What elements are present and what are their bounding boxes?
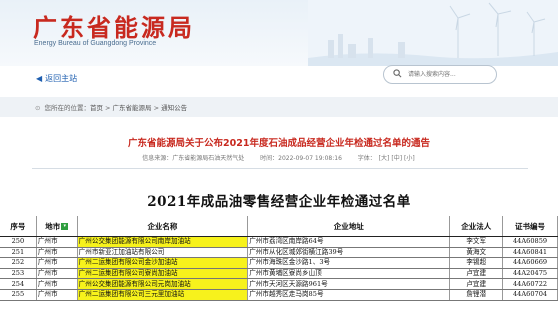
- cell-city: 广州市: [36, 257, 78, 269]
- source-label: 信息来源：: [142, 155, 173, 162]
- cell-name: 广州二运集团有限公司三元里加油站: [77, 289, 249, 301]
- table-row: 250 广州市 广州公交集团能源有限公司南岸加油站 广州市荔湾区南岸路64号 李…: [0, 236, 558, 248]
- cell-cert: 44A60841: [502, 247, 558, 259]
- column-header-city: 地市 ▾: [36, 216, 78, 237]
- table-row: 251 广州市 广州市新亚江加油站有限公司 广州市从化区城郊街横江路39号 黄海…: [0, 247, 558, 259]
- font-large-button[interactable]: [大]: [379, 155, 390, 162]
- cell-city: 广州市: [36, 247, 78, 259]
- cell-name: 广州公交集团能源有限公司南岸加油站: [77, 236, 249, 248]
- home-link[interactable]: ◀ 返回主站: [36, 73, 77, 84]
- filter-icon[interactable]: ▾: [61, 223, 69, 230]
- cell-cert: 44A60704: [502, 289, 558, 301]
- font-label: 字体：: [357, 155, 376, 162]
- breadcrumb-prefix: 您所在的位置：: [44, 104, 90, 112]
- search-icon[interactable]: [393, 69, 402, 78]
- column-header-city-label: 地市: [45, 221, 61, 231]
- cell-cert: 44A60859: [502, 236, 558, 248]
- page-title: 广东省能源局关于公布2021年度石油成品经营企业年检通过名单的通告: [128, 138, 430, 149]
- table-row: 252 广州市 广州二运集团有限公司金沙加油站 广州市海珠区金沙路1、3号 李锡…: [0, 257, 558, 269]
- breadcrumb-separator: >: [151, 104, 162, 112]
- table-row: 253 广州市 广州二运集团有限公司寮尚加油站 广州市黄埔区寮尚乡山顶 卢宜建 …: [0, 268, 558, 280]
- column-header-name: 企业名称: [77, 216, 249, 237]
- location-pin-icon: ⊙: [35, 104, 41, 112]
- cell-city: 广州市: [36, 278, 78, 290]
- brand-subtitle: Energy Bureau of Guangdong Province: [34, 40, 157, 47]
- breadcrumb-bureau[interactable]: 广东省能源局: [113, 104, 152, 112]
- cell-cert: 44A60722: [502, 278, 558, 290]
- cell-name: 广州二运集团有限公司寮尚加油站: [77, 268, 249, 280]
- source-value: 广东省能源局石油天然气处: [172, 155, 245, 162]
- font-medium-button[interactable]: [中]: [391, 155, 402, 162]
- breadcrumb-notices[interactable]: 通知公告: [161, 104, 187, 112]
- cell-legal: 李锡超: [449, 257, 504, 269]
- cell-cert: 44A20475: [502, 268, 558, 280]
- cell-address: 广州市黄埔区寮尚乡山顶: [247, 268, 451, 280]
- divider: [32, 168, 528, 169]
- column-header-legal: 企业法人: [449, 216, 504, 237]
- brand-title[interactable]: 广东省能源局: [33, 8, 195, 43]
- table-row: 255 广州市 广州二运集团有限公司三元里加油站 广州市越秀区走马岗85号 詹锂…: [0, 289, 558, 301]
- license-table: 序号 地市 ▾ 企业名称 企业地址 企业法人 证书编号 250 广州市 广州公交集…: [0, 216, 558, 301]
- table-header-row: 序号 地市 ▾ 企业名称 企业地址 企业法人 证书编号: [0, 216, 558, 237]
- cell-no: 251: [0, 247, 37, 259]
- cell-legal: 李文军: [449, 236, 504, 248]
- article-meta: 信息来源：广东省能源局石油天然气处 时间：2022-09-07 19:08:16…: [0, 153, 558, 162]
- cell-address: 广州市海珠区金沙路1、3号: [247, 257, 451, 269]
- cell-city: 广州市: [36, 289, 78, 301]
- cell-city: 广州市: [36, 236, 78, 248]
- cell-cert: 44A60669: [502, 257, 558, 269]
- cell-legal: 卢宜建: [449, 278, 504, 290]
- cell-address: 广州市荔湾区南岸路64号: [247, 236, 451, 248]
- cell-city: 广州市: [36, 268, 78, 280]
- cell-no: 255: [0, 289, 37, 301]
- breadcrumb: ⊙ 您所在的位置：首页 > 广东省能源局 > 通知公告: [35, 102, 187, 112]
- cell-name: 广州二运集团有限公司金沙加油站: [77, 257, 249, 269]
- wind-turbine-illustration: [308, 0, 558, 66]
- cell-no: 250: [0, 236, 37, 248]
- header-banner: 广东省能源局 Energy Bureau of Guangdong Provin…: [0, 0, 558, 66]
- document-title: 2021年成品油零售经营企业年检通过名单: [147, 194, 411, 210]
- cell-name: 广州市新亚江加油站有限公司: [77, 247, 249, 259]
- cell-name: 广州公交集团能源有限公司元岗加油站: [77, 278, 249, 290]
- cell-no: 252: [0, 257, 37, 269]
- cell-legal: 黄海文: [449, 247, 504, 259]
- table-row: 254 广州市 广州公交集团能源有限公司元岗加油站 广州市天河区天源路961号 …: [0, 278, 558, 290]
- cell-legal: 卢宜建: [449, 268, 504, 280]
- cell-legal: 詹锂潜: [449, 289, 504, 301]
- breadcrumb-bar: ⊙ 您所在的位置：首页 > 广东省能源局 > 通知公告: [0, 97, 558, 117]
- search-box[interactable]: [383, 65, 497, 84]
- cell-no: 253: [0, 268, 37, 280]
- column-header-cert: 证书编号: [502, 216, 558, 237]
- cell-address: 广州市天河区天源路961号: [247, 278, 451, 290]
- font-small-button[interactable]: [小]: [404, 155, 415, 162]
- time-label: 时间：: [260, 155, 279, 162]
- cell-no: 254: [0, 278, 37, 290]
- column-header-no: 序号: [0, 216, 37, 237]
- breadcrumb-separator: >: [102, 104, 113, 112]
- home-link-label: 返回主站: [45, 74, 78, 83]
- arrow-left-icon: ◀: [36, 74, 43, 83]
- breadcrumb-home[interactable]: 首页: [90, 104, 103, 112]
- search-input[interactable]: [408, 68, 492, 81]
- cell-address: 广州市从化区城郊街横江路39号: [247, 247, 451, 259]
- time-value: 2022-09-07 19:08:16: [278, 155, 342, 162]
- cell-address: 广州市越秀区走马岗85号: [247, 289, 451, 301]
- column-header-address: 企业地址: [247, 216, 451, 237]
